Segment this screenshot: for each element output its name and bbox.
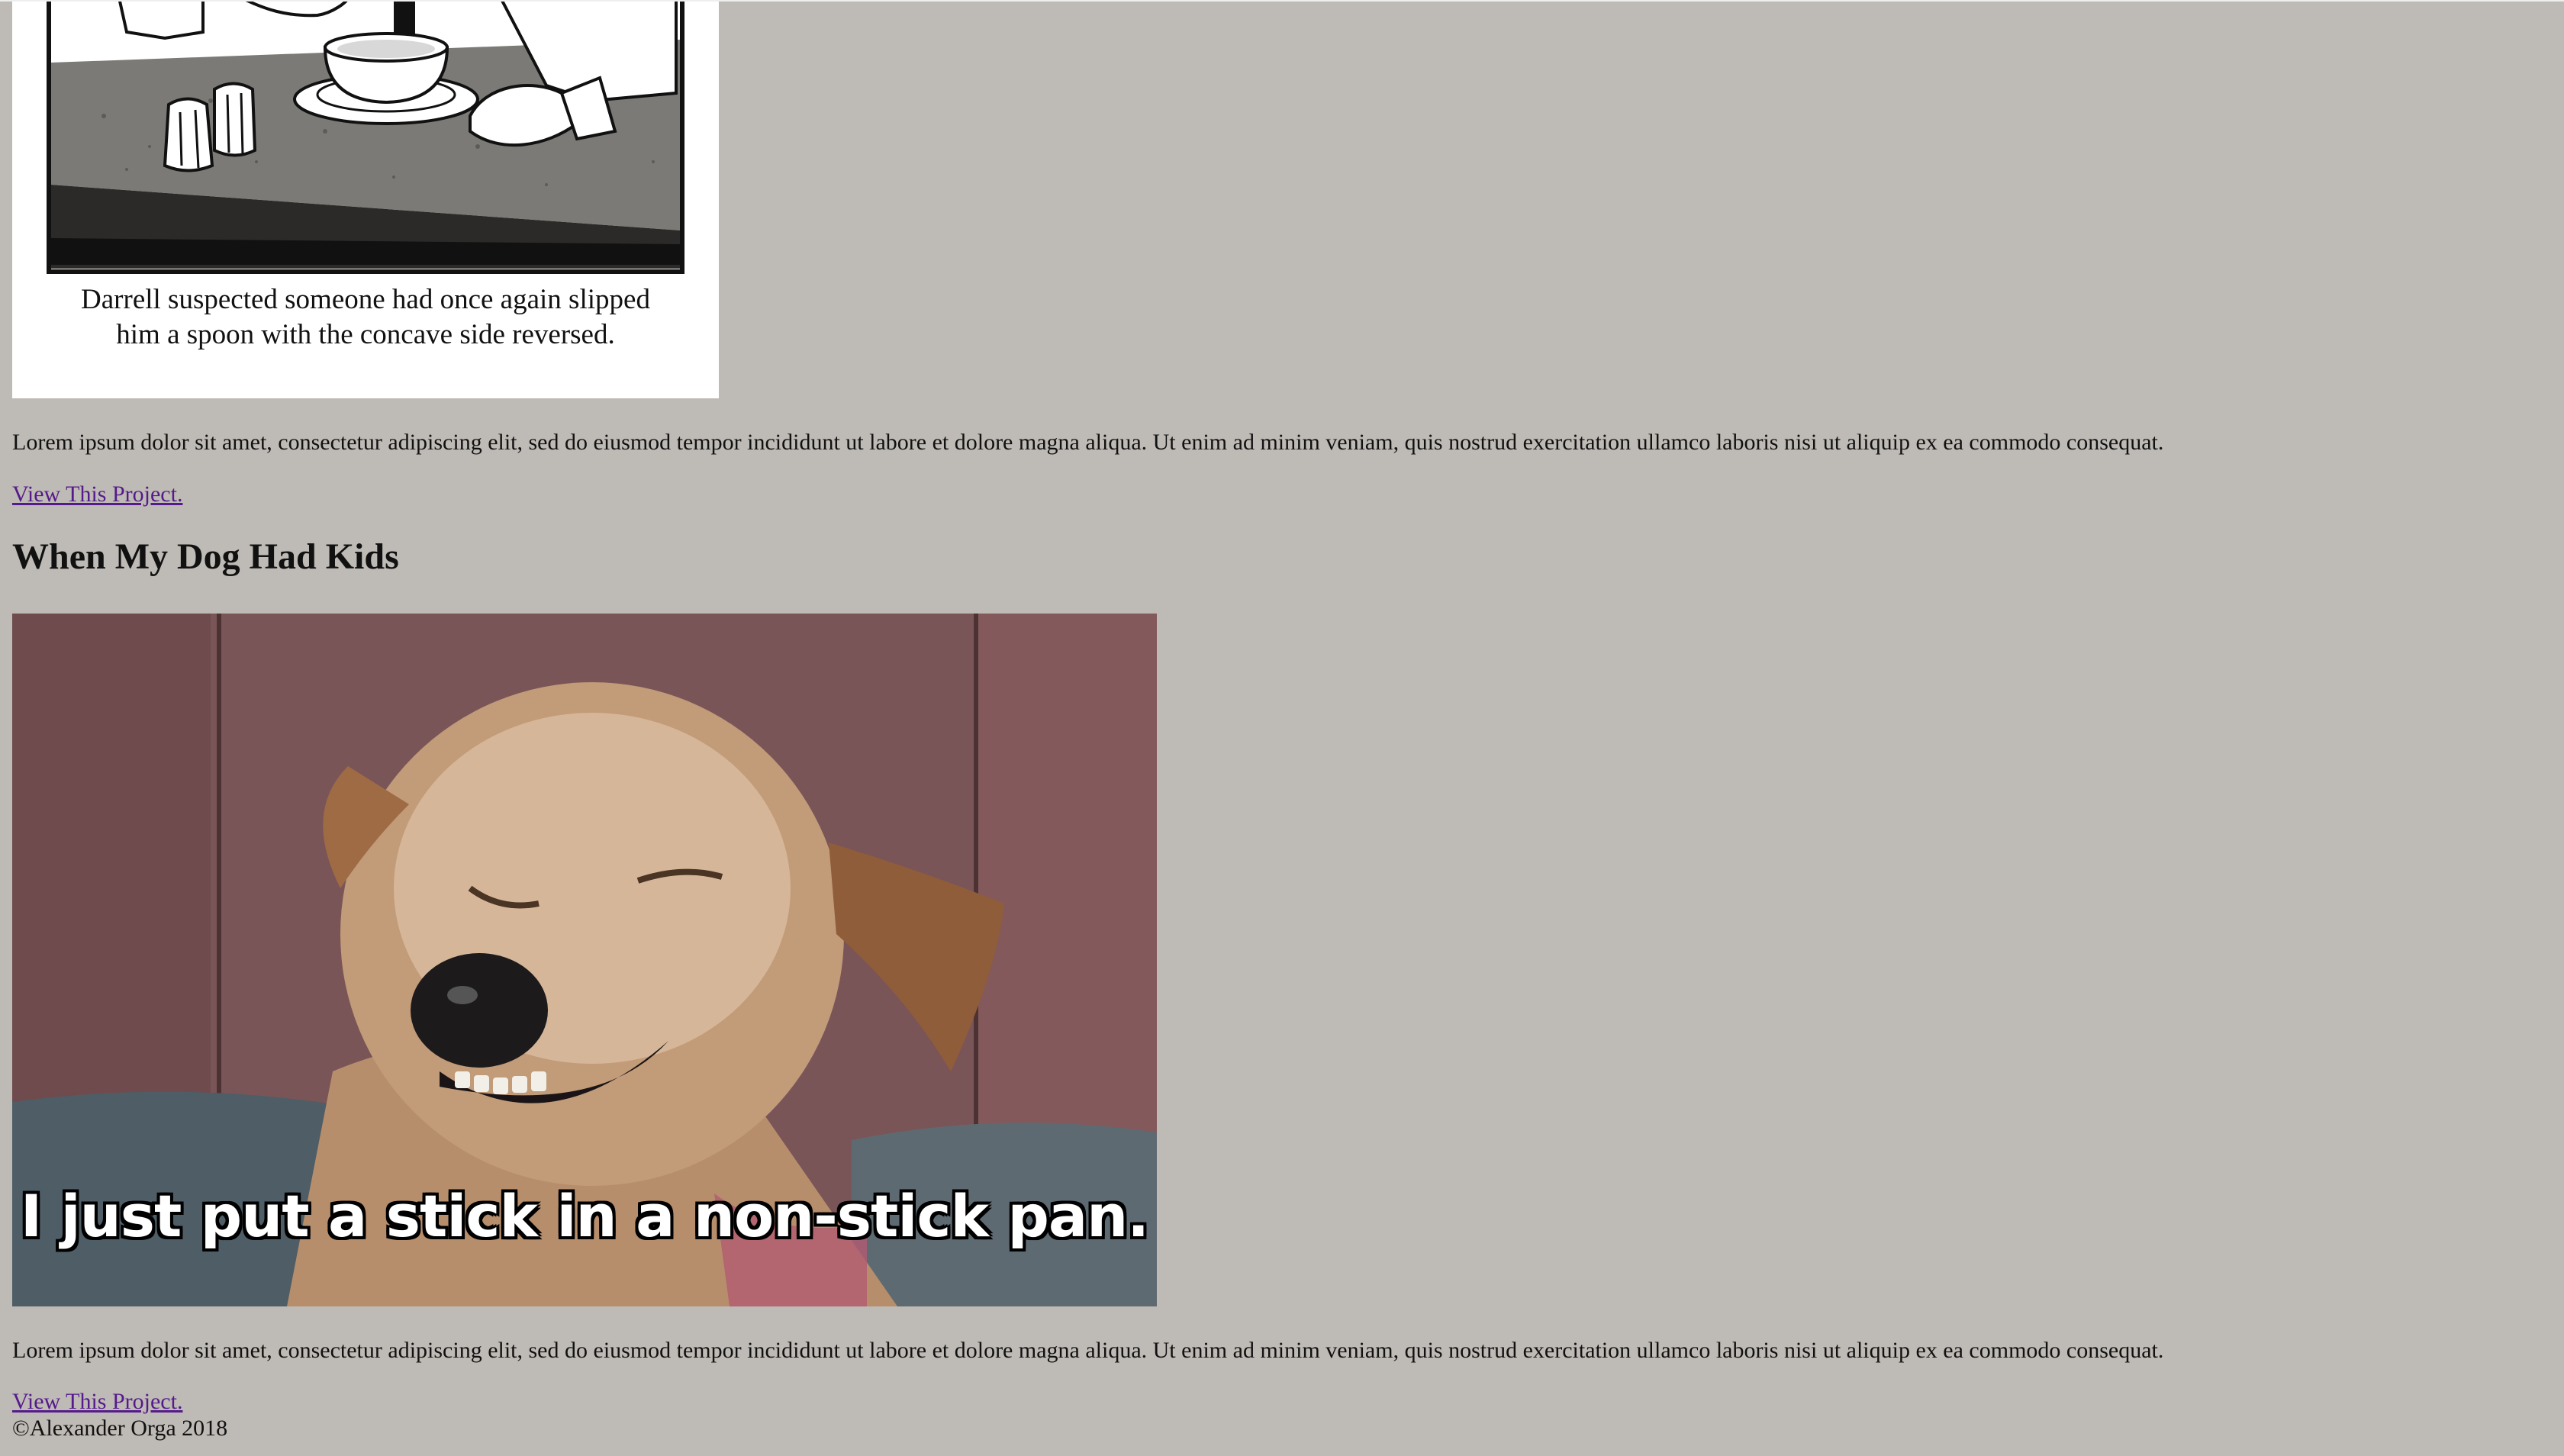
meme-caption: I just put a stick in a non-stick pan. <box>20 1182 1149 1250</box>
project-2-title: When My Dog Had Kids <box>12 536 399 577</box>
comic-image: Darrell suspected someone had once again… <box>12 2 719 398</box>
project-1-view-link[interactable]: View This Project. <box>12 481 182 508</box>
project-1-description: Lorem ipsum dolor sit amet, consectetur … <box>12 430 2164 455</box>
dog-meme-image: I just put a stick in a non-stick pan. <box>12 614 1157 1306</box>
page: Darrell suspected someone had once again… <box>0 0 2564 1456</box>
project-2-view-link[interactable]: View This Project. <box>12 1388 182 1416</box>
comic-caption-line-2: him a spoon with the concave side revers… <box>116 319 615 350</box>
comic-caption-line-1: Darrell suspected someone had once again… <box>81 284 650 315</box>
footer-copyright: ©Alexander Orga 2018 <box>12 1416 228 1441</box>
comic-caption: Darrell suspected someone had once again… <box>12 282 719 353</box>
project-2-description: Lorem ipsum dolor sit amet, consectetur … <box>12 1338 2164 1363</box>
